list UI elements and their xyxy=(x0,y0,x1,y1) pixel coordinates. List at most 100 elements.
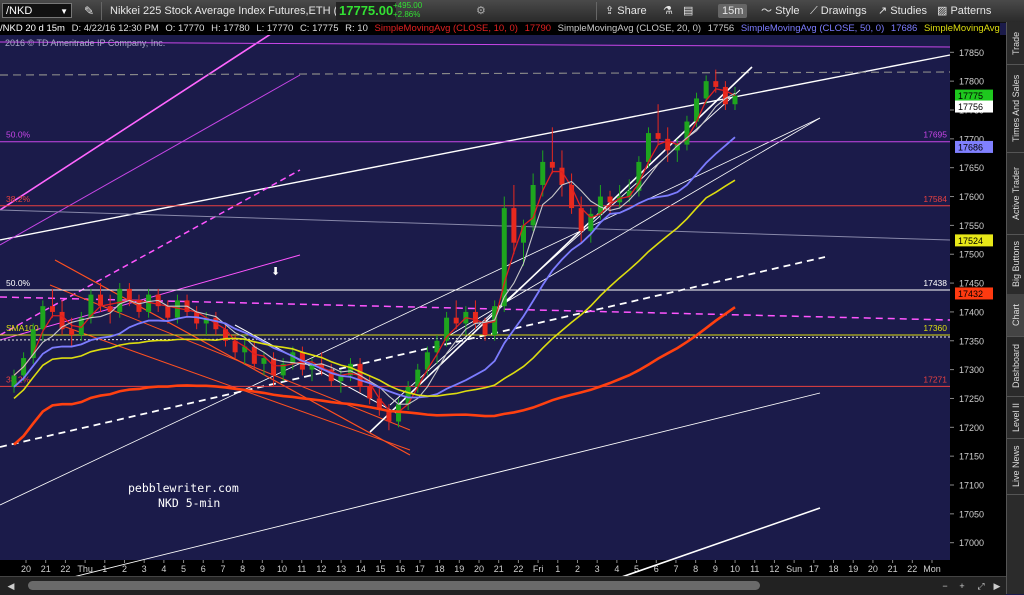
bar-close: C: 17775 xyxy=(299,23,339,34)
share-icon: ⇪ xyxy=(605,5,618,17)
y-tick-label: 17300 xyxy=(959,365,984,375)
patterns-button[interactable]: ▨ Patterns xyxy=(937,0,991,22)
watermark: pebblewriter.com NKD 5-min xyxy=(128,481,239,511)
bar-high: H: 17780 xyxy=(211,23,250,34)
tab-chart[interactable]: Chart xyxy=(1007,294,1024,337)
x-tick-label: 21 xyxy=(888,564,898,574)
tab-big-buttons[interactable]: Big Buttons xyxy=(1007,234,1024,295)
candle-body xyxy=(684,121,690,145)
scroll-left-icon[interactable]: ◀ xyxy=(4,579,18,593)
x-tick-label: 10 xyxy=(277,564,287,574)
zoom-out-icon[interactable]: − xyxy=(938,579,952,593)
candle-body xyxy=(98,294,104,307)
y-tick-label: 17550 xyxy=(959,221,984,231)
link-icon[interactable]: ✎ xyxy=(84,0,94,22)
tab-active-trader[interactable]: Active Trader xyxy=(1007,152,1024,235)
level-tag-4: 17271 xyxy=(923,374,947,384)
timeframe-button[interactable]: 15m xyxy=(718,4,748,18)
patterns-label: Patterns xyxy=(950,5,992,17)
candle-body xyxy=(69,329,75,335)
y-tick-label: 17250 xyxy=(959,394,984,404)
fit-icon[interactable]: ⤢ xyxy=(974,579,988,593)
candle-body xyxy=(540,161,546,185)
studies-flask-icon[interactable]: ⚗ xyxy=(663,0,673,22)
drawings-icon: ⟋ xyxy=(810,5,821,17)
x-tick-label: 9 xyxy=(713,564,718,574)
x-tick-label: 19 xyxy=(848,564,858,574)
candle-body xyxy=(271,358,277,376)
change-abs: +495.00 xyxy=(393,1,423,10)
x-tick-label: 2 xyxy=(575,564,580,574)
chevron-down-icon[interactable]: ▼ xyxy=(60,4,68,19)
level-label-1: 38.2% xyxy=(6,194,31,204)
tab-times-and-sales[interactable]: Times And Sales xyxy=(1007,64,1024,153)
x-tick-label: 7 xyxy=(673,564,678,574)
candle-body xyxy=(126,288,132,301)
candle-body xyxy=(713,81,719,87)
candle-body xyxy=(49,306,55,312)
y-tick-label: 17650 xyxy=(959,163,984,173)
tab-level-ii[interactable]: Level II xyxy=(1007,396,1024,439)
symbol-selector[interactable]: /NKD ▼ xyxy=(2,3,72,18)
style-button[interactable]: 〜 Style xyxy=(761,0,800,22)
level-tag-2: 17438 xyxy=(923,278,947,288)
x-tick-label: 12 xyxy=(316,564,326,574)
level-tag-3: 17360 xyxy=(923,323,947,333)
sma10-value: 17790 xyxy=(524,23,552,34)
x-tick-label: 1 xyxy=(555,564,560,574)
bar-range: R: 10 xyxy=(345,23,368,34)
level-label-2: 50.0% xyxy=(6,278,31,288)
bar-low: L: 17770 xyxy=(256,23,294,34)
y-tick-label: 17600 xyxy=(959,192,984,202)
chart-scrollbar[interactable]: ◀ − + ⤢ ▶ xyxy=(0,576,1006,595)
y-tick-label: 17100 xyxy=(959,481,984,491)
style-icon: 〜 xyxy=(761,5,776,17)
toolbar-separator xyxy=(101,2,102,20)
level-label-0: 50.0% xyxy=(6,130,31,140)
candle-body xyxy=(261,358,267,364)
sma10-label: SimpleMovingAvg (CLOSE, 10, 0) xyxy=(374,23,518,34)
candle-body xyxy=(703,81,709,99)
drawings-label: Drawings xyxy=(820,5,867,17)
price-change: +495.00 +2.86% xyxy=(393,1,422,19)
x-tick-label: 14 xyxy=(356,564,366,574)
chart-toolbar: /NKD ▼ ✎ Nikkei 225 Stock Average Index F… xyxy=(0,0,1024,23)
x-tick-label: 11 xyxy=(750,564,759,574)
x-tick-label: 8 xyxy=(240,564,245,574)
x-tick-label: Fri xyxy=(533,564,544,574)
scrollbar-thumb[interactable] xyxy=(28,581,760,590)
gear-icon[interactable]: ⚙ xyxy=(476,0,486,22)
x-tick-label: 6 xyxy=(201,564,206,574)
zoom-in-icon[interactable]: + xyxy=(955,579,969,593)
share-label: Share xyxy=(617,5,647,17)
level-tag-0: 17695 xyxy=(923,130,947,140)
watermark-line2: NKD 5-min xyxy=(158,496,221,510)
tab-live-news[interactable]: Live News xyxy=(1007,438,1024,495)
drawings-button[interactable]: ⟋ Drawings xyxy=(810,0,867,22)
x-tick-label: 8 xyxy=(693,564,698,574)
sma50-label: SimpleMovingAvg (CLOSE, 50, 0) xyxy=(740,23,885,34)
x-tick-label: 20 xyxy=(868,564,878,574)
tab-trade[interactable]: Trade xyxy=(1007,22,1024,65)
x-tick-label: 2 xyxy=(122,564,127,574)
x-tick-label: 17 xyxy=(415,564,425,574)
candle-body xyxy=(136,300,142,312)
x-tick-label: 11 xyxy=(297,564,306,574)
candle-body xyxy=(549,161,555,168)
x-tick-label: 12 xyxy=(769,564,779,574)
last-price: 17775.00 xyxy=(336,2,397,20)
candle-body xyxy=(559,167,565,185)
candle-body xyxy=(722,86,728,105)
x-tick-label: 20 xyxy=(474,564,484,574)
scroll-right-icon[interactable]: ▶ xyxy=(990,579,1004,593)
share-button[interactable]: ⇪ Share xyxy=(605,0,647,22)
studies-button[interactable]: ↗ Studies xyxy=(878,0,927,22)
style-label: Style xyxy=(775,5,800,17)
print-icon[interactable]: ▤ xyxy=(683,0,693,22)
y-tick-label: 17800 xyxy=(959,77,984,87)
price-tag-label: 17775 xyxy=(958,91,983,101)
tab-dashboard[interactable]: Dashboard xyxy=(1007,336,1024,397)
x-tick-label: 21 xyxy=(494,564,504,574)
patterns-icon: ▨ xyxy=(937,5,951,17)
x-tick-label: 21 xyxy=(41,564,51,574)
